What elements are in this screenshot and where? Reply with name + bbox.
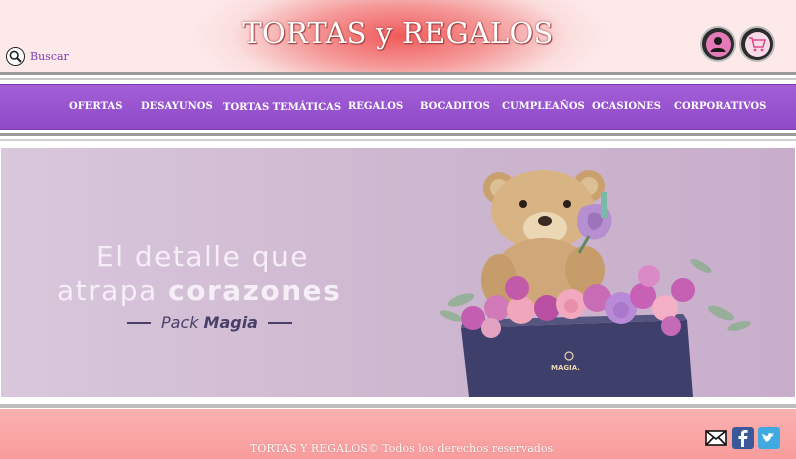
nav-item-bocaditos[interactable]: BOCADITOS [420,101,490,112]
user-icon[interactable] [705,31,731,57]
box-brand-text: MAGIA. [551,364,580,372]
header-divider-light [0,78,796,80]
search-icon[interactable] [6,47,25,66]
mail-icon[interactable] [705,427,727,449]
nav-item-cumpleanos[interactable]: CUMPLEAÑOS [502,101,585,112]
cart-button[interactable] [741,28,773,60]
facebook-icon[interactable] [732,427,754,449]
nav-divider [0,133,796,136]
teddy-bear-flower-box-image: MAGIA. [439,170,751,397]
pack-name: Magia [203,313,258,332]
search-button[interactable]: Buscar [6,47,69,66]
nav-item-ofertas[interactable]: OFERTAS [69,101,122,112]
footer-divider [0,404,796,408]
banner-headline-bold: corazones [168,274,342,307]
cart-icon[interactable] [744,31,770,57]
site-title[interactable]: TORTAS y REGALOS [0,16,796,50]
nav-item-corporativos[interactable]: CORPORATIVOS [674,101,766,112]
site-footer: TORTAS Y REGALOS© Todos los derechos res… [0,409,796,459]
nav-item-ocasiones[interactable]: OCASIONES [592,101,661,112]
main-nav: OFERTAS DESAYUNOS TORTAS TEMÁTICAS REGAL… [0,84,796,130]
banner-headline-line2: atrapa corazones [57,274,341,307]
banner-headline-line1: El detalle que [96,240,309,273]
pack-prefix: Pack [161,313,199,332]
search-label[interactable]: Buscar [30,50,69,63]
hero-banner[interactable]: El detalle que atrapa corazones Pack Mag… [1,148,795,397]
twitter-icon[interactable] [758,427,780,449]
pack-dash-left [127,321,151,324]
banner-headline-prefix: atrapa [57,274,169,307]
site-header: TORTAS y REGALOS Buscar [0,0,796,72]
nav-item-tortas-tematicas[interactable]: TORTAS TEMÁTICAS [223,102,341,113]
footer-copyright: TORTAS Y REGALOS© Todos los derechos res… [250,442,554,455]
header-divider [0,72,796,75]
nav-item-regalos[interactable]: REGALOS [348,101,403,112]
pack-dash-right [267,321,292,324]
nav-divider-light [0,139,796,141]
banner-pack-label: Pack Magia [117,313,302,332]
nav-item-desayunos[interactable]: DESAYUNOS [141,101,213,112]
user-account-button[interactable] [702,28,734,60]
